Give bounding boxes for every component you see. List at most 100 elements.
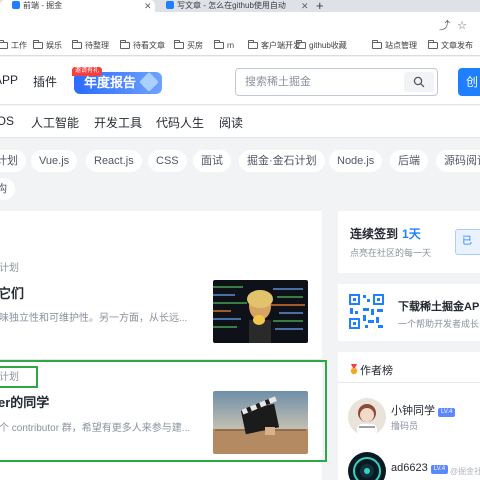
qr-code-icon [348,293,385,330]
category-code-life[interactable]: 代码人生 [156,114,204,131]
avatar[interactable] [348,398,386,436]
search-input[interactable] [236,69,404,95]
category-reading[interactable]: 阅读 [219,114,243,131]
folder-icon [0,40,8,49]
author-ranking-title: 作者榜 [350,362,393,378]
tag-plan[interactable]: 计划 [0,150,26,172]
bookmark-label: 工作 [11,41,27,50]
bookmark-publish[interactable]: 文章发布 [428,39,473,53]
annual-report-text: 年度报告 [84,75,137,90]
tag-react[interactable]: React.js [86,150,142,172]
category-ios[interactable]: iOS [0,114,14,128]
article-feed: 计划 它们 味独立性和可维护性。另一方面，从长远... 计划 er的同学 个 c… [0,211,327,480]
medal-icon [350,364,358,375]
article-title[interactable]: 它们 [0,283,24,302]
category-ai[interactable]: 人工智能 [31,114,79,131]
tag-backend[interactable]: 后端 [390,150,428,172]
folder-icon [428,40,438,49]
tab-title: 写文章 - 怎么在github使用自动 [177,1,286,10]
tab-juejin[interactable]: 前端 - 掘金 ✕ [0,0,155,12]
folder-icon [33,40,43,49]
cube-icon [139,72,159,92]
author-ranking-panel: 作者榜 小钟同学 LV.4 撸码员 ad6623 LV.4 [338,352,480,480]
checkin-title: 连续签到 1天 [350,225,421,242]
category-devtools[interactable]: 开发工具 [94,114,142,131]
browser-toolbar-icons[interactable]: ⤴☆ [439,17,474,33]
nav-app[interactable]: APP [0,73,18,87]
search-box [235,68,438,96]
bookmark-fun[interactable]: 娱乐 [33,39,62,53]
folder-icon [174,40,184,49]
app-download-panel[interactable]: 下载稀土掘金APP 一个帮助开发者成长 [338,284,480,341]
tag-source-reading[interactable]: 源码阅读 [436,150,480,172]
annual-report-banner[interactable]: 邀请有礼 年度报告 [70,67,164,95]
ranking-divider [338,382,480,383]
author-name[interactable]: ad6623 LV.4 [391,462,449,474]
bookmark-label: 娱乐 [46,41,62,50]
address-bar-row: ⤴☆ [0,12,480,36]
search-icon [413,76,425,88]
avatar[interactable] [348,452,386,480]
folder-icon [248,40,258,49]
tag-architecture[interactable]: 构 [0,178,15,200]
bookmark-rn[interactable]: rn [214,39,234,53]
author-name-text: 小钟同学 [391,405,435,417]
bookmark-github[interactable]: github收藏 [296,39,347,53]
app-download-title: 下载稀土掘金APP [398,301,480,313]
browser-tab-bar: 前端 - 掘金 ✕ 写文章 - 怎么在github使用自动 ✕ + [0,0,480,13]
invite-badge: 邀请有礼 [72,67,103,76]
level-badge: LV.4 [438,408,456,417]
tag-css[interactable]: CSS [148,150,187,172]
tag-node[interactable]: Node.js [329,150,383,172]
checkin-subtitle: 点亮在社区的每一天 [350,248,432,258]
bookmark-label: 文章发布 [441,41,473,50]
tag-highlight-box [0,366,38,388]
bookmark-label: 待整理 [85,41,109,50]
bookmark-house[interactable]: 买房 [174,39,203,53]
juejin-favicon-icon [166,1,174,9]
article-meta: 计划 [0,263,19,274]
folder-icon [372,40,382,49]
watermark: @掘金社区 [450,467,480,476]
bookmark-label: 待看文章 [133,41,165,50]
author-ranking-title-text: 作者榜 [360,365,393,377]
folder-icon [296,40,306,49]
close-tab-icon[interactable]: ✕ [301,0,309,12]
close-tab-icon[interactable]: ✕ [144,0,152,12]
folder-icon [72,40,82,49]
search-button[interactable] [404,72,434,92]
bookmark-label: github收藏 [309,41,347,50]
site-header: APP 插件 邀请有礼 年度报告 创 [0,57,480,105]
tag-interview[interactable]: 面试 [193,150,231,172]
bookmark-work[interactable]: 工作 [0,39,27,53]
bookmark-sites[interactable]: 站点管理 [372,39,417,53]
author-name[interactable]: 小钟同学 LV.4 [391,402,456,418]
bookmark-client[interactable]: 客户端开发 [248,39,301,53]
checkin-days: 1天 [402,227,421,241]
level-badge: LV.4 [430,465,449,474]
juejin-favicon-icon [12,1,20,9]
bookmark-label: 站点管理 [385,41,417,50]
bookmark-label: 客户端开发 [261,41,301,50]
author-name-text: ad6623 [391,462,428,474]
article-abstract: 味独立性和可维护性。另一方面，从长远... [0,313,188,324]
tag-jinshi[interactable]: 掘金·金石计划 [239,150,325,172]
checkin-button[interactable]: 已 [455,229,480,255]
bookmark-todo[interactable]: 待整理 [72,39,109,53]
article-thumbnail[interactable] [213,280,308,343]
bookmark-label: 买房 [187,41,203,50]
app-download-subtitle: 一个帮助开发者成长 [398,319,480,329]
bookmark-label: rn [227,41,235,50]
nav-plugin[interactable]: 插件 [33,73,57,90]
category-nav: iOS 人工智能 开发工具 代码人生 阅读 [0,106,480,138]
create-button[interactable]: 创 [458,68,480,96]
author-role: 撸码员 [391,421,419,431]
bookmarks-bar: 工作 娱乐 待整理 待看文章 买房 rn 客户端开发 github收藏 站点管理… [0,36,480,56]
bookmark-readlater[interactable]: 待看文章 [120,39,165,53]
folder-icon [120,40,130,49]
tab-write-article[interactable]: 写文章 - 怎么在github使用自动 [160,0,310,12]
checkin-panel: 连续签到 1天 点亮在社区的每一天 已 [338,211,480,273]
tab-title: 前端 - 掘金 [23,1,63,10]
tag-vue[interactable]: Vue.js [31,150,78,172]
checkin-title-text: 连续签到 [350,227,399,241]
